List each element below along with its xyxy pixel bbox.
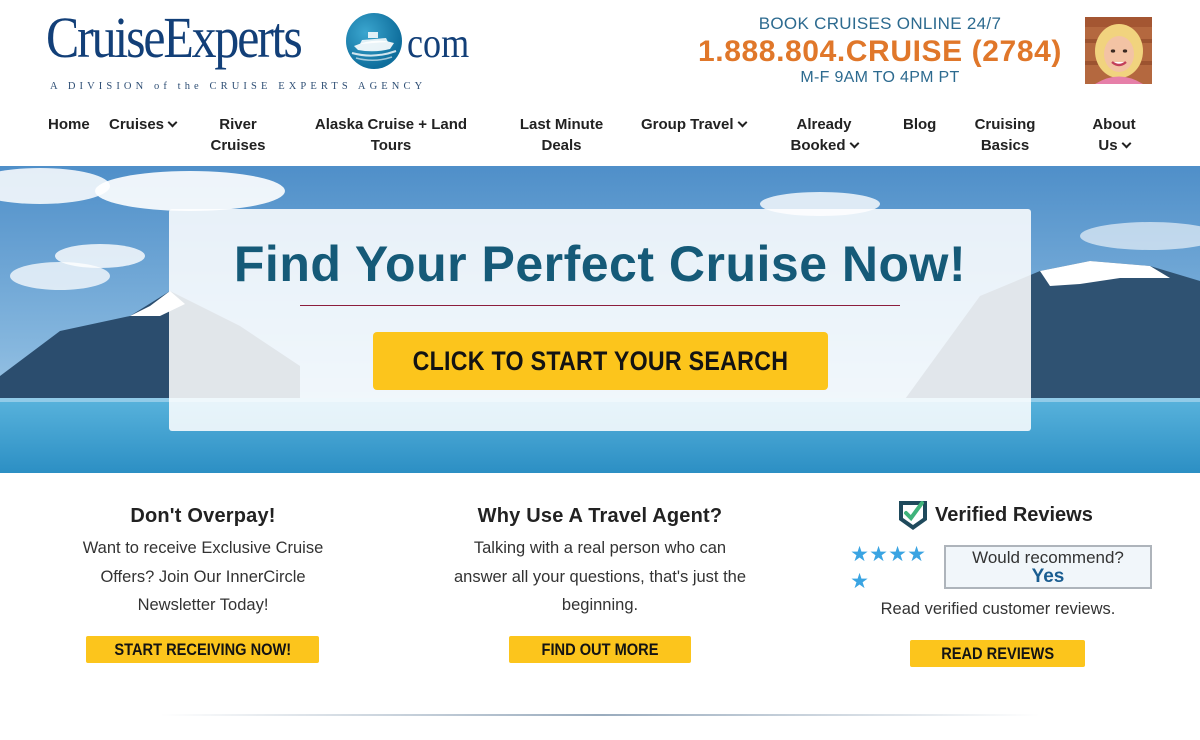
overpay-title: Don't Overpay! [130, 505, 276, 527]
star-icon: ★ [907, 543, 926, 566]
nav-lastminute-line1: Last Minute [519, 116, 604, 133]
chevron-down-icon [167, 117, 178, 128]
find-out-more-button[interactable]: FIND OUT MORE [509, 636, 691, 663]
ship-globe-icon [346, 13, 402, 69]
travel-agent-text: Talking with a real person who can answe… [440, 534, 760, 620]
nav-cruises[interactable]: Cruises [109, 114, 178, 135]
hero-banner: Find Your Perfect Cruise Now! CLICK TO S… [0, 166, 1200, 473]
nav-basics-line1: Cruising [974, 116, 1036, 133]
start-search-button[interactable]: CLICK TO START YOUR SEARCH [373, 332, 828, 390]
star-icon: ★ [888, 543, 907, 566]
section-divider [160, 714, 1040, 716]
nav-blog[interactable]: Blog [903, 114, 936, 135]
site-logo[interactable]: CruiseExperts com A DIVISION of the CRUI… [46, 6, 476, 96]
nav-booked-line1: Already [796, 116, 852, 133]
overpay-text: Want to receive Exclusive Cruise Offers?… [53, 534, 353, 620]
start-receiving-label: START RECEIVING NOW! [114, 640, 291, 659]
star-rating: ★★★★★ [850, 541, 932, 595]
read-reviews-label: READ REVIEWS [941, 644, 1054, 663]
verified-reviews-title: Verified Reviews [935, 504, 1093, 526]
nav-alaska-line1: Alaska Cruise + Land [314, 116, 468, 133]
book-online-text: BOOK CRUISES ONLINE 24/7 [758, 14, 1002, 33]
main-nav: Home Cruises River Cruises Alaska Cruise… [0, 114, 1200, 164]
recommend-box: Would recommend? Yes [944, 545, 1152, 589]
agent-avatar [1085, 17, 1152, 84]
nav-last-minute-deals[interactable]: Last Minute Deals [511, 114, 612, 156]
nav-river-line2: Cruises [210, 137, 266, 154]
logo-com-suffix: com [407, 21, 470, 67]
overpay-text-line: Offers? Join Our InnerCircle [100, 567, 306, 586]
nav-home[interactable]: Home [48, 114, 90, 135]
start-receiving-button[interactable]: START RECEIVING NOW! [86, 636, 319, 663]
nav-cruises-label: Cruises [109, 116, 165, 133]
travel-agent-text-line: beginning. [561, 596, 639, 614]
chevron-down-icon [737, 117, 747, 128]
recommend-answer: Yes [1031, 566, 1065, 587]
office-hours-text: M-F 9AM TO 4PM PT [800, 69, 960, 86]
nav-group-travel[interactable]: Group Travel [641, 114, 747, 135]
site-header: CruiseExperts com A DIVISION of the CRUI… [0, 0, 1200, 166]
nav-group-label: Group Travel [641, 116, 734, 133]
logo-wordmark: CruiseExperts [46, 5, 303, 70]
verified-reviews-header: Verified Reviews [896, 497, 1156, 531]
nav-already-booked[interactable]: Already Booked [780, 114, 868, 156]
logo-tagline: A DIVISION of the CRUISE EXPERTS AGENCY [50, 81, 427, 92]
verified-check-icon [899, 501, 927, 530]
read-reviews-button[interactable]: READ REVIEWS [910, 640, 1085, 667]
nav-about-us[interactable]: About Us [1084, 114, 1144, 156]
nav-blog-label: Blog [903, 116, 937, 133]
nav-home-label: Home [48, 116, 90, 133]
nav-alaska-tours[interactable]: Alaska Cruise + Land Tours [306, 114, 476, 156]
hero-divider [300, 305, 900, 306]
start-search-label: CLICK TO START YOUR SEARCH [412, 346, 789, 376]
nav-basics-line2: Basics [980, 137, 1030, 154]
star-icon: ★ [850, 543, 869, 566]
nav-river-cruises[interactable]: River Cruises [200, 114, 276, 156]
travel-agent-text-line: answer all your questions, that's just t… [453, 567, 747, 586]
travel-agent-title: Why Use A Travel Agent? [477, 505, 723, 527]
hero-title: Find Your Perfect Cruise Now! [233, 236, 967, 292]
star-icon: ★ [850, 570, 869, 593]
chevron-down-icon [849, 138, 859, 149]
overpay-text-line: Want to receive Exclusive Cruise [82, 539, 324, 557]
nav-alaska-line2: Tours [370, 137, 412, 154]
nav-river-line1: River [219, 116, 257, 133]
overpay-text-line: Newsletter Today! [137, 596, 269, 614]
chevron-down-icon [1121, 138, 1132, 149]
nav-about-line2: Us [1098, 137, 1118, 154]
nav-booked-line2: Booked [790, 137, 846, 154]
star-icon: ★ [869, 543, 888, 566]
find-out-more-label: FIND OUT MORE [541, 640, 659, 659]
contact-block: BOOK CRUISES ONLINE 24/7 1.888.804.CRUIS… [690, 14, 1070, 87]
phone-number-link[interactable]: 1.888.804.CRUISE (2784) [690, 35, 1070, 69]
overpay-section: Don't Overpay! Want to receive Exclusive… [53, 505, 353, 620]
travel-agent-text-line: Talking with a real person who can [473, 539, 727, 557]
reviews-caption: Read verified customer reviews. [880, 600, 1116, 618]
nav-cruising-basics[interactable]: Cruising Basics [968, 114, 1042, 156]
nav-about-line1: About [1092, 116, 1136, 133]
recommend-question: Would recommend? [972, 548, 1124, 567]
travel-agent-section: Why Use A Travel Agent? Talking with a r… [440, 505, 760, 620]
nav-lastminute-line2: Deals [541, 137, 582, 154]
search-promo-panel: Find Your Perfect Cruise Now! CLICK TO S… [169, 209, 1031, 431]
